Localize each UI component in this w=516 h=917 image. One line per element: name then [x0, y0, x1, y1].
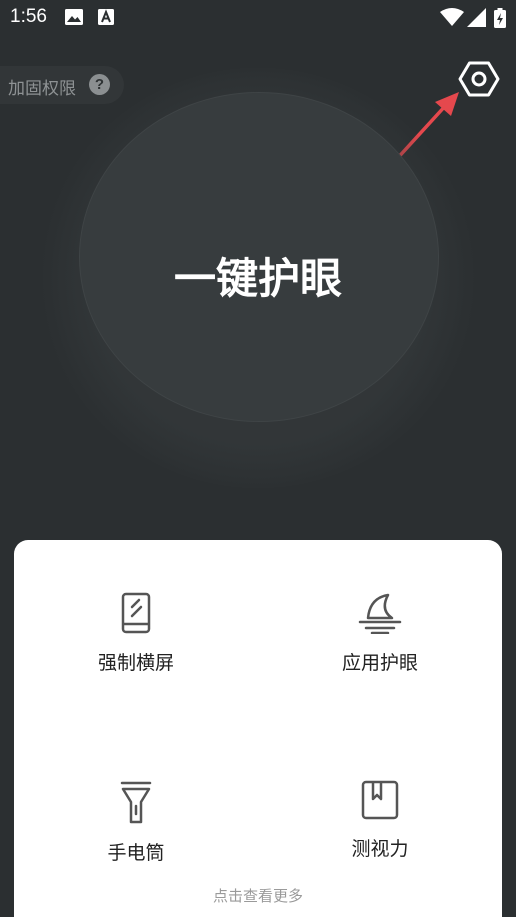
eye-care-button-label[interactable]: 一键护眼 — [79, 245, 437, 306]
permission-label[interactable]: 加固权限 — [8, 74, 76, 99]
view-more-link[interactable]: 点击查看更多 — [14, 885, 502, 906]
tool-label: 测视力 — [351, 838, 409, 860]
bookmark-book-icon — [361, 780, 399, 820]
font-icon — [98, 9, 114, 25]
tool-label: 强制横屏 — [97, 652, 174, 674]
phone-rotate-icon — [121, 592, 151, 634]
tool-force-landscape[interactable]: 强制横屏 — [36, 592, 236, 675]
status-bar: 1:56 — [0, 0, 516, 36]
image-icon — [65, 9, 83, 25]
battery-charging-icon — [494, 8, 506, 28]
status-time: 1:56 — [10, 6, 47, 27]
tool-vision-test[interactable]: 测视力 — [280, 780, 480, 861]
help-icon[interactable]: ? — [89, 74, 110, 95]
tool-label: 手电筒 — [107, 842, 165, 864]
wifi-icon — [440, 8, 464, 26]
tool-flashlight[interactable]: 手电筒 — [36, 780, 236, 865]
tool-app-eye-care[interactable]: 应用护眼 — [280, 592, 480, 675]
flashlight-icon — [120, 781, 152, 824]
tool-label: 应用护眼 — [341, 652, 418, 674]
cell-signal-icon — [467, 8, 486, 27]
tools-panel: 强制横屏 应用护眼 手电筒 测视力 点击查看更多 — [14, 540, 502, 917]
moon-horizon-icon — [358, 593, 402, 634]
